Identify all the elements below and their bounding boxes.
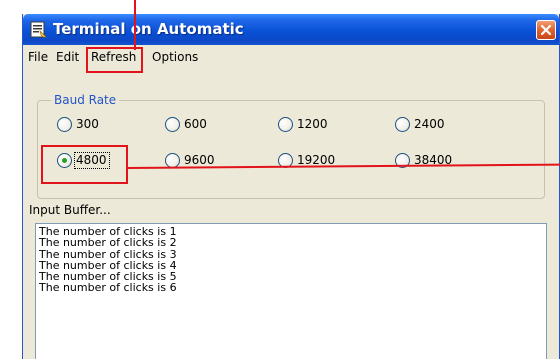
radio-label: 600: [184, 117, 207, 131]
radio-label: 1200: [297, 117, 328, 131]
menu-edit[interactable]: Edit: [56, 50, 79, 64]
close-button[interactable]: [536, 20, 556, 40]
radio-circle: [395, 117, 410, 132]
close-x-icon: [540, 24, 552, 36]
radio-label: 2400: [414, 117, 445, 131]
annotation-box-refresh: [86, 47, 143, 73]
screenshot-stage: Terminal on Automatic File Edit Refresh …: [0, 0, 560, 359]
baud-rate-legend: Baud Rate: [51, 93, 120, 107]
menu-options[interactable]: Options: [152, 50, 198, 64]
menu-file[interactable]: File: [28, 50, 48, 64]
terminal-window-icon: [30, 21, 47, 38]
title-bar[interactable]: Terminal on Automatic: [23, 14, 559, 45]
radio-label: 9600: [184, 153, 215, 167]
window-title: Terminal on Automatic: [53, 20, 244, 38]
radio-circle: [165, 117, 180, 132]
annotation-line-refresh: [134, 0, 136, 50]
input-buffer-textarea[interactable]: The number of clicks is 1 The number of …: [35, 223, 547, 359]
annotation-box-4800: [41, 145, 128, 184]
input-buffer-label: Input Buffer...: [29, 203, 111, 217]
radio-circle: [57, 117, 72, 132]
radio-circle: [278, 117, 293, 132]
buffer-line: The number of clicks is 6: [39, 281, 177, 295]
buffer-line: The number of clicks is 2: [39, 236, 177, 250]
radio-label: 300: [76, 117, 99, 131]
